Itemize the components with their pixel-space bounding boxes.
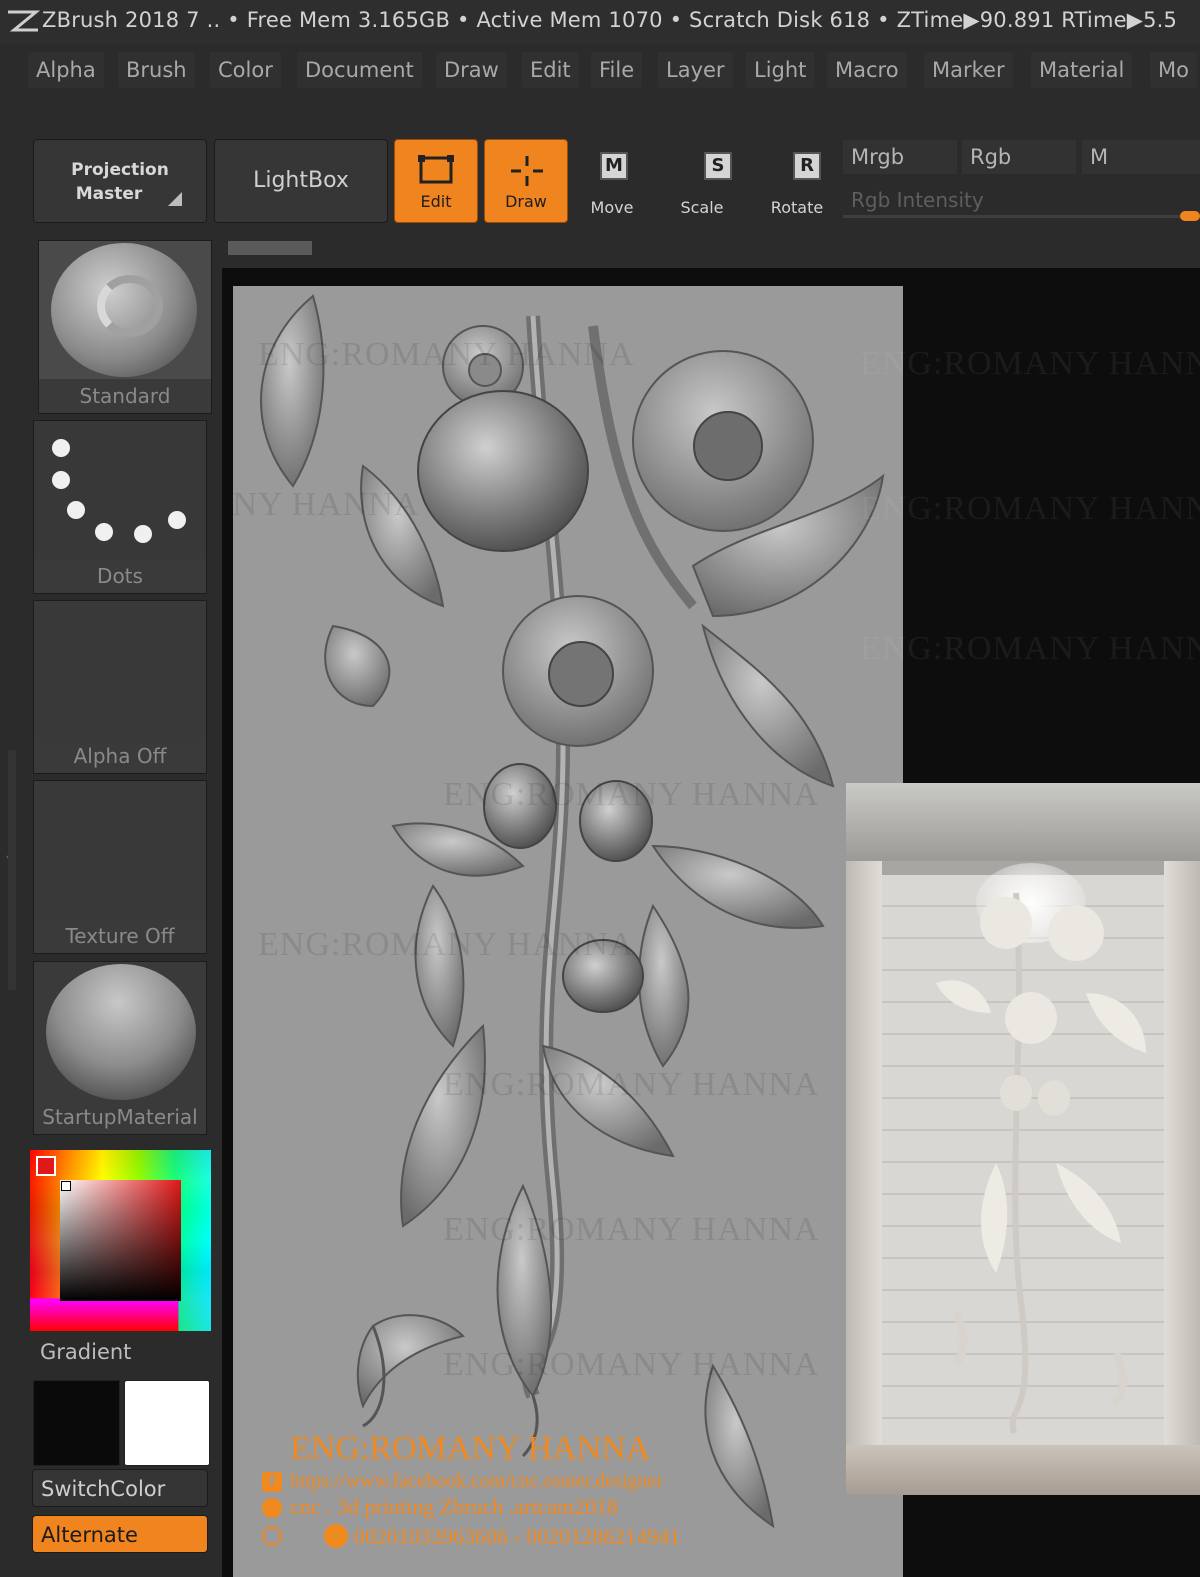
menu-material[interactable]: Material	[1031, 52, 1133, 88]
mrgb-button[interactable]: Mrgb	[843, 140, 957, 174]
floral-relief-sculpture	[259, 294, 885, 1529]
whatsapp-icon	[324, 1524, 348, 1548]
lightbox-label: LightBox	[253, 168, 349, 193]
menu-edit[interactable]: Edit	[522, 52, 579, 88]
rgb-intensity-track	[843, 215, 1190, 218]
menu-more[interactable]: Mo	[1150, 52, 1197, 88]
menu-light[interactable]: Light	[746, 52, 815, 88]
material-thumbnail[interactable]: StartupMaterial	[33, 961, 207, 1135]
rgb-intensity-slider[interactable]: Rgb Intensity	[843, 184, 1200, 224]
rgb-intensity-label: Rgb Intensity	[851, 188, 984, 212]
m-button[interactable]: M	[1082, 140, 1200, 174]
alpha-name: Alpha Off	[34, 739, 206, 773]
photo-relief	[936, 892, 1146, 1434]
edit-icon	[417, 154, 457, 192]
document-tab-indicator[interactable]	[228, 241, 312, 255]
dot-6	[168, 511, 186, 529]
globe-icon	[262, 1498, 282, 1518]
alpha-thumbnail[interactable]: Alpha Off	[33, 600, 207, 774]
draw-button[interactable]: Draw	[484, 139, 568, 223]
menu-color[interactable]: Color	[210, 52, 281, 88]
photo-ceiling	[846, 783, 1200, 861]
brush-thumbnail[interactable]: Standard	[38, 240, 212, 414]
menu-alpha[interactable]: Alpha	[28, 52, 104, 88]
credits-tagline: cnc . 3d printing Zbruch .artcam2018	[290, 1494, 619, 1519]
edit-label: Edit	[420, 192, 452, 211]
title-bar: ZBrush 2018 7 .. • Free Mem 3.165GB • Ac…	[0, 0, 1200, 44]
primary-color-swatch[interactable]	[33, 1380, 120, 1466]
draw-label: Draw	[505, 192, 547, 211]
zbrush-logo-icon	[6, 8, 41, 38]
left-tray-handle[interactable]	[8, 750, 16, 990]
brush-swirl	[97, 275, 163, 337]
dot-5	[134, 525, 152, 543]
menu-document[interactable]: Document	[297, 52, 422, 88]
menu-file[interactable]: File	[591, 52, 643, 88]
edit-button[interactable]: Edit	[394, 139, 478, 223]
move-icon: M	[600, 152, 628, 180]
dot-3	[67, 501, 85, 519]
material-sphere-icon	[46, 964, 196, 1100]
dot-1	[52, 439, 70, 457]
brush-name: Standard	[39, 379, 211, 413]
secondary-color-swatch[interactable]	[124, 1380, 210, 1466]
stroke-name: Dots	[34, 559, 206, 593]
saturation-square[interactable]	[60, 1180, 181, 1301]
color-picker[interactable]	[30, 1150, 211, 1331]
dot-4	[95, 523, 113, 541]
color-picker-cursor	[61, 1181, 71, 1191]
lightbox-button[interactable]: LightBox	[214, 139, 388, 223]
photo-floor	[846, 1445, 1200, 1495]
rotate-button[interactable]: R Rotate	[755, 150, 839, 220]
material-name: StartupMaterial	[34, 1100, 206, 1134]
move-label: Move	[590, 198, 634, 217]
facebook-icon: f	[262, 1472, 282, 1492]
credits-facebook: https://www.facebook.com/cnc.router.desi…	[290, 1470, 664, 1492]
switch-color-button[interactable]: SwitchColor	[32, 1469, 208, 1507]
menu-bar: Alpha Brush Color Document Draw Edit Fil…	[0, 46, 1200, 94]
photo-right-pillar	[1164, 861, 1200, 1461]
projection-master-button[interactable]: Projection Master	[33, 139, 207, 223]
dot-2	[52, 471, 70, 489]
photo-left-pillar	[846, 861, 882, 1461]
scale-button[interactable]: S Scale	[660, 150, 744, 220]
title-text: ZBrush 2018 7 .. • Free Mem 3.165GB • Ac…	[42, 8, 1178, 32]
alternate-button[interactable]: Alternate	[32, 1515, 208, 1553]
menu-macro[interactable]: Macro	[827, 52, 907, 88]
reference-photo	[846, 783, 1200, 1495]
corner-arrow-icon	[168, 192, 182, 206]
gradient-label[interactable]: Gradient	[40, 1340, 131, 1364]
projection-master-label-1: Projection	[71, 160, 169, 180]
menu-draw[interactable]: Draw	[436, 52, 507, 88]
menu-layer[interactable]: Layer	[658, 52, 733, 88]
credits-name: ENG:ROMANY HANNA	[290, 1430, 651, 1467]
scale-label: Scale	[680, 198, 724, 217]
texture-name: Texture Off	[34, 919, 206, 953]
rotate-label: Rotate	[770, 198, 824, 217]
sculpt-canvas[interactable]: ENG:ROMANY HANNA ENG:ROMANY HANNA ENG:RO…	[233, 286, 903, 1577]
primary-color-marker	[36, 1156, 56, 1176]
rotate-icon: R	[793, 152, 821, 180]
texture-thumbnail[interactable]: Texture Off	[33, 780, 207, 954]
scale-icon: S	[704, 152, 732, 180]
phone-icon	[262, 1526, 282, 1546]
move-button[interactable]: M Move	[570, 150, 654, 220]
menu-brush[interactable]: Brush	[118, 52, 195, 88]
stroke-thumbnail[interactable]: Dots	[33, 420, 207, 594]
rgb-button[interactable]: Rgb	[962, 140, 1076, 174]
menu-marker[interactable]: Marker	[924, 52, 1013, 88]
credits-phones: 00201033963606 - 00201286214941	[354, 1524, 681, 1549]
rgb-intensity-handle[interactable]	[1180, 211, 1200, 221]
draw-crosshair-icon	[509, 154, 545, 192]
